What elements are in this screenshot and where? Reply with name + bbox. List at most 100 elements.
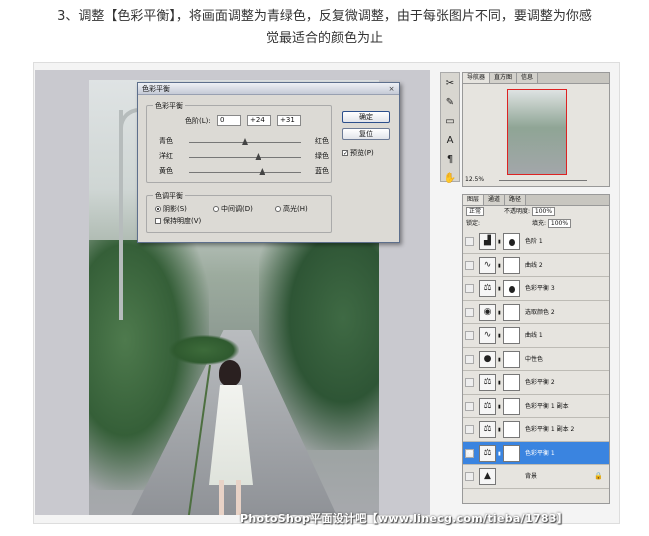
- eye-icon[interactable]: [465, 425, 474, 434]
- level-input-yellow-blue[interactable]: +31: [277, 115, 301, 126]
- brush-icon[interactable]: ✎: [442, 95, 458, 111]
- tab-paths[interactable]: 路径: [505, 195, 527, 205]
- layer-mask-thumbnail[interactable]: [503, 350, 520, 368]
- link-icon[interactable]: ▮: [498, 357, 501, 363]
- layer-mask-thumbnail[interactable]: [503, 444, 520, 462]
- preserve-luminosity-checkbox[interactable]: 保持明度(V): [155, 217, 201, 226]
- layer-row[interactable]: ▲ 背景 🔒: [463, 465, 609, 489]
- layer-row[interactable]: ∿ ▮ 曲线 2: [463, 253, 609, 277]
- layer-mask-thumbnail[interactable]: [503, 421, 520, 438]
- zoom-slider[interactable]: [499, 180, 587, 181]
- radio-highlights[interactable]: 高光(H): [275, 205, 308, 214]
- opacity-input[interactable]: 100%: [531, 207, 556, 216]
- tab-navigator[interactable]: 导航器: [463, 73, 491, 83]
- layer-row[interactable]: ⚖ ▮ 色彩平衡 1 副本 2: [463, 418, 609, 442]
- slider-track[interactable]: [189, 172, 301, 173]
- hand-tool-icon[interactable]: ✋: [442, 171, 458, 187]
- balance-icon: ⚖: [479, 444, 496, 462]
- eye-icon[interactable]: [465, 331, 474, 340]
- tab-info[interactable]: 信息: [517, 73, 539, 83]
- link-icon[interactable]: ▮: [498, 451, 501, 457]
- link-icon[interactable]: ▮: [498, 427, 501, 433]
- zoom-value[interactable]: 12.5%: [465, 176, 484, 183]
- layer-row[interactable]: ● ▮ 中性色: [463, 347, 609, 371]
- navigator-tabbar: 导航器 直方图 信息: [463, 73, 609, 84]
- mask-shape: [509, 286, 515, 293]
- slider-right-label: 蓝色: [315, 167, 329, 175]
- layer-row[interactable]: ⚖ ▮ 色彩平衡 2: [463, 371, 609, 395]
- layer-row[interactable]: ⚖ ▮ 色彩平衡 1 副本: [463, 394, 609, 418]
- radio-dot[interactable]: [213, 206, 219, 212]
- ok-button[interactable]: 确定: [342, 111, 390, 123]
- layers-panel: 图层 通道 路径 正常 不透明度: 100% 锁定: 填充: 100% ▟ ▮ 色阶 1…: [462, 194, 610, 504]
- street-lamp: [119, 110, 123, 320]
- layer-row[interactable]: ▟ ▮ 色阶 1: [463, 230, 609, 254]
- layer-mask-thumbnail[interactable]: [503, 303, 520, 321]
- eye-icon[interactable]: [465, 354, 474, 364]
- radio-dot[interactable]: [155, 206, 161, 212]
- layer-list: ▟ ▮ 色阶 1 ∿ ▮ 曲线 2 ⚖ ▮ 色彩平衡 3 ◉ ▮ 选取颜色 2 ∿ ▮ 曲线 1 ● ▮ 中性色 ⚖…: [463, 230, 609, 489]
- slider-left-label: 青色: [159, 137, 173, 145]
- paragraph-icon[interactable]: ¶: [442, 152, 458, 168]
- caption: 3、调整【色彩平衡】，将画面调整为青绿色，反复微调整，由于每张图片不同，要调整为…: [0, 6, 649, 50]
- checkbox-box[interactable]: ✓: [342, 150, 348, 157]
- link-icon[interactable]: ▮: [498, 239, 501, 245]
- layer-name: 曲线 2: [525, 261, 543, 269]
- link-icon[interactable]: ▮: [498, 286, 501, 292]
- eye-icon[interactable]: [465, 472, 474, 481]
- link-icon[interactable]: ▮: [498, 263, 501, 269]
- layer-row[interactable]: ⚖ ▮ 色彩平衡 3: [463, 277, 609, 301]
- mask-shape: [509, 239, 515, 246]
- blend-mode-select[interactable]: 正常: [466, 207, 485, 216]
- slider-right-label: 红色: [315, 137, 329, 145]
- radio-midtones[interactable]: 中间调(D): [213, 205, 253, 214]
- text-tool-icon[interactable]: A: [442, 133, 458, 149]
- checkbox-box[interactable]: [155, 218, 161, 224]
- selective-color-icon: ◉: [479, 303, 496, 321]
- fill-input[interactable]: 100%: [547, 219, 572, 228]
- layer-row[interactable]: ◉ ▮ 选取颜色 2: [463, 300, 609, 324]
- link-icon[interactable]: ▮: [498, 404, 501, 410]
- marquee-icon[interactable]: ▭: [442, 114, 458, 130]
- radio-shadows[interactable]: 阴影(S): [155, 205, 187, 214]
- level-input-magenta-green[interactable]: +24: [247, 115, 271, 126]
- eye-icon[interactable]: [465, 260, 474, 270]
- layer-mask-thumbnail[interactable]: [503, 327, 520, 344]
- layer-mask-thumbnail[interactable]: [503, 397, 520, 415]
- layers-tabbar: 图层 通道 路径: [463, 195, 609, 206]
- layer-row[interactable]: ∿ ▮ 曲线 1: [463, 324, 609, 348]
- eye-icon[interactable]: [465, 401, 474, 411]
- layer-mask-thumbnail[interactable]: [503, 256, 520, 274]
- tab-channels[interactable]: 通道: [484, 195, 506, 205]
- reset-button[interactable]: 复位: [342, 128, 390, 140]
- slider-cyan-red[interactable]: 青色 红色: [159, 136, 329, 146]
- lock-icon: 🔒: [594, 472, 603, 480]
- slider-track[interactable]: [189, 157, 301, 158]
- slider-yellow-blue[interactable]: 黄色 蓝色: [159, 166, 329, 176]
- navigator-view-box[interactable]: [507, 89, 567, 175]
- layer-row[interactable]: 👁 ⚖ ▮ 色彩平衡 1: [463, 441, 609, 465]
- eye-icon[interactable]: 👁: [465, 448, 474, 458]
- level-input-cyan-red[interactable]: 0: [217, 115, 241, 126]
- eye-icon[interactable]: [465, 284, 474, 293]
- layer-mask-thumbnail[interactable]: [503, 280, 520, 297]
- link-icon[interactable]: ▮: [498, 333, 501, 339]
- radio-dot[interactable]: [275, 206, 281, 212]
- balance-icon: ⚖: [479, 374, 496, 391]
- eye-icon[interactable]: [465, 307, 474, 317]
- layer-mask-thumbnail[interactable]: [503, 233, 520, 250]
- layer-mask-thumbnail[interactable]: [503, 374, 520, 391]
- close-icon[interactable]: ×: [387, 85, 396, 93]
- preview-checkbox[interactable]: ✓ 预览(P): [342, 149, 374, 158]
- link-icon[interactable]: ▮: [498, 380, 501, 386]
- eye-icon[interactable]: [465, 237, 474, 246]
- eye-icon[interactable]: [465, 378, 474, 387]
- tab-layers[interactable]: 图层: [463, 195, 485, 205]
- link-icon[interactable]: ▮: [498, 310, 501, 316]
- layer-name: 色彩平衡 1: [525, 449, 555, 457]
- girl-legs: [219, 480, 241, 515]
- layer-name: 中性色: [525, 355, 544, 363]
- tab-histogram[interactable]: 直方图: [490, 73, 518, 83]
- slider-magenta-green[interactable]: 洋红 绿色: [159, 151, 329, 161]
- scissors-icon[interactable]: ✂: [442, 76, 458, 92]
